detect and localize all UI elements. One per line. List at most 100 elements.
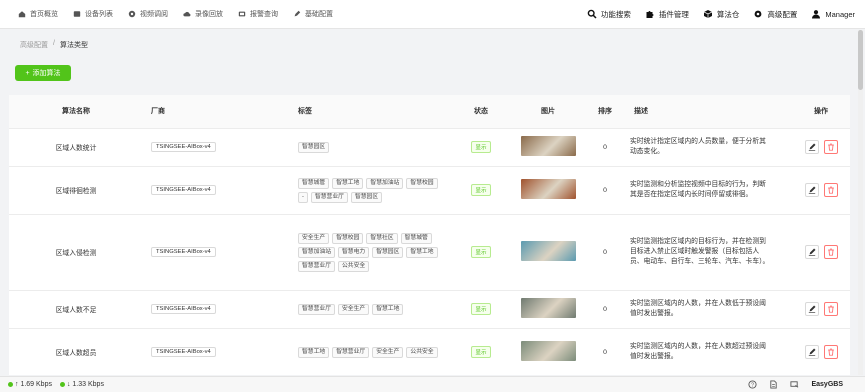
delete-button[interactable] [823,140,838,154]
header-order: 排序 [584,95,626,129]
delete-button[interactable] [823,302,838,316]
tag-chip: 智慧营业厅 [310,191,348,203]
edit-button[interactable] [804,140,819,154]
status-badge: 显示 [471,303,491,315]
tag-chip: 智慧工地 [372,303,404,315]
video-icon [128,10,136,18]
tag-chip: 智慧城管 [400,232,432,244]
table-row: 区域徘徊检测 TSINGSEE-AIBox-v4 智慧城管 智慧工地 智慧加油站 智慧校园… [9,166,850,215]
trash-icon [827,348,834,356]
tag-chip: 公共安全 [338,260,370,272]
tag-chip: 安全生产 [338,303,370,315]
algorithm-thumbnail[interactable] [520,341,576,361]
nav-item-right-1[interactable]: 插件管理 [645,9,689,20]
download-speed: ↓ 1.33 Kbps [59,381,104,388]
breadcrumb-parent[interactable]: 高级配置 [20,40,48,50]
algorithm-description: 实时监测和分析监控视频中目标的行为，判断其是否在指定区域内长时间停留或徘徊。 [626,166,792,215]
algorithm-thumbnail[interactable] [520,179,576,199]
search-icon [587,9,597,19]
algorithm-name: 区域人数超员 [9,328,143,375]
delete-button[interactable] [823,245,838,259]
status-badge: 显示 [471,184,491,196]
tag-chip: 智慧营业厅 [332,346,370,358]
edit-icon [808,248,816,256]
download-status-dot [59,382,65,387]
svg-text:?: ? [751,383,754,389]
edit-button[interactable] [804,245,819,259]
document-icon[interactable] [769,380,778,389]
nav-item-left-4[interactable]: 报警查询 [238,9,278,19]
cloud-playback-icon [183,11,191,17]
nav-item-right-2[interactable]: 算法仓 [703,9,739,20]
tag-chip: 智慧园区 [350,191,383,203]
header-name: 算法名称 [9,95,143,129]
sort-order: 0 [584,328,626,375]
tag-chip: 智慧园区 [298,141,330,153]
add-algorithm-label: 添加算法 [32,70,61,77]
algorithm-thumbnail[interactable] [520,241,576,261]
breadcrumb-separator: / [53,40,55,47]
nav-item-label: 录像回放 [195,11,223,18]
vendor-badge: TSINGSEE-AIBox-v4 [151,347,216,357]
algorithm-table: 算法名称 厂商 标签 状态 图片 排序 描述 操作 区域人数统计 TSINGSEE… [9,95,850,375]
delete-button[interactable] [823,183,838,197]
upload-speed: ↑ 1.69 Kbps [8,381,52,388]
nav-item-left-2[interactable]: 视频调阅 [128,9,168,19]
nav-item-right-0[interactable]: 功能搜索 [587,9,631,20]
status-badge: 显示 [471,346,491,358]
algorithm-description: 实时监测指定区域内的目标行为，并在检测到目标进入禁止区域时触发警报（目标包括人员… [626,214,792,291]
edit-config-icon [294,10,301,17]
header-desc: 描述 [626,95,792,129]
header-ops: 操作 [792,95,850,129]
edit-button[interactable] [804,345,819,359]
add-algorithm-button[interactable]: + 添加算法 [15,65,71,81]
nav-item-right-3[interactable]: 高级配置 [753,9,797,20]
status-badge: 显示 [471,246,491,258]
nav-item-right-4[interactable]: Manager [811,9,855,19]
tag-chip: 智慧电力 [338,246,370,258]
tag-chip: 智慧营业厅 [298,260,335,272]
nav-item-label: 插件管理 [658,9,689,19]
header-tags: 标签 [290,95,450,129]
tag-list: 智慧城管 智慧工地 智慧加油站 智慧校园 - 智慧营业厅 智慧园区 [298,177,446,203]
tag-chip: 安全生产 [372,346,404,358]
page-scrollbar[interactable] [858,30,863,375]
algorithm-description: 实时监测区域内的人数，并在人数超过预设阈值时发出警报。 [626,328,792,375]
scrollbar-thumb[interactable] [858,30,863,90]
table-row: 区域入侵检测 TSINGSEE-AIBox-v4 安全生产 智慧校园 智慧社区 智慧城管智… [9,214,850,291]
nav-item-left-3[interactable]: 录像回放 [183,9,223,19]
user-icon [812,10,821,19]
tag-chip: 智慧社区 [366,232,398,244]
nav-item-left-0[interactable]: 首页概览 [18,9,58,19]
nav-item-left-5[interactable]: 基础配置 [293,9,333,19]
nav-item-label: 设备列表 [85,11,113,18]
nav-item-left-1[interactable]: 设备列表 [73,9,113,19]
screen-export-icon[interactable] [790,380,799,389]
upload-status-dot [8,382,13,387]
help-icon[interactable]: ? [748,380,758,389]
edit-button[interactable] [804,302,819,316]
delete-button[interactable] [823,345,838,359]
breadcrumb-current: 算法类型 [59,42,88,49]
tag-chip: 智慧工地 [332,177,364,189]
algorithm-description: 实时监测区域内的人数，并在人数低于预设阈值时发出警报。 [626,290,792,329]
algorithm-thumbnail[interactable] [520,136,576,156]
vendor-badge: TSINGSEE-AIBox-v4 [151,247,216,257]
algorithm-thumbnail[interactable] [520,298,576,318]
edit-button[interactable] [804,183,819,197]
table-row: 区域人数超员 TSINGSEE-AIBox-v4 智慧工地 智慧营业厅 安全生产 公共安全… [9,328,850,375]
nav-item-label: 基础配置 [305,11,333,18]
sort-order: 0 [584,214,626,291]
download-speed-value: ↓ 1.33 Kbps [66,381,104,388]
tag-chip: 智慧加油站 [366,177,404,189]
table-row: 区域人数统计 TSINGSEE-AIBox-v4 智慧园区 显示 0 实时统计指定区域内的… [9,128,850,167]
upload-speed-value: ↑ 1.69 Kbps [15,381,52,388]
alarm-icon [238,11,246,17]
algorithm-name: 区域人数统计 [9,128,143,167]
plus-icon: + [25,69,30,77]
header-status: 状态 [450,95,512,129]
trash-icon [827,248,834,256]
trash-icon [827,143,834,151]
tag-chip: - [298,191,308,203]
status-badge: 显示 [471,141,491,153]
